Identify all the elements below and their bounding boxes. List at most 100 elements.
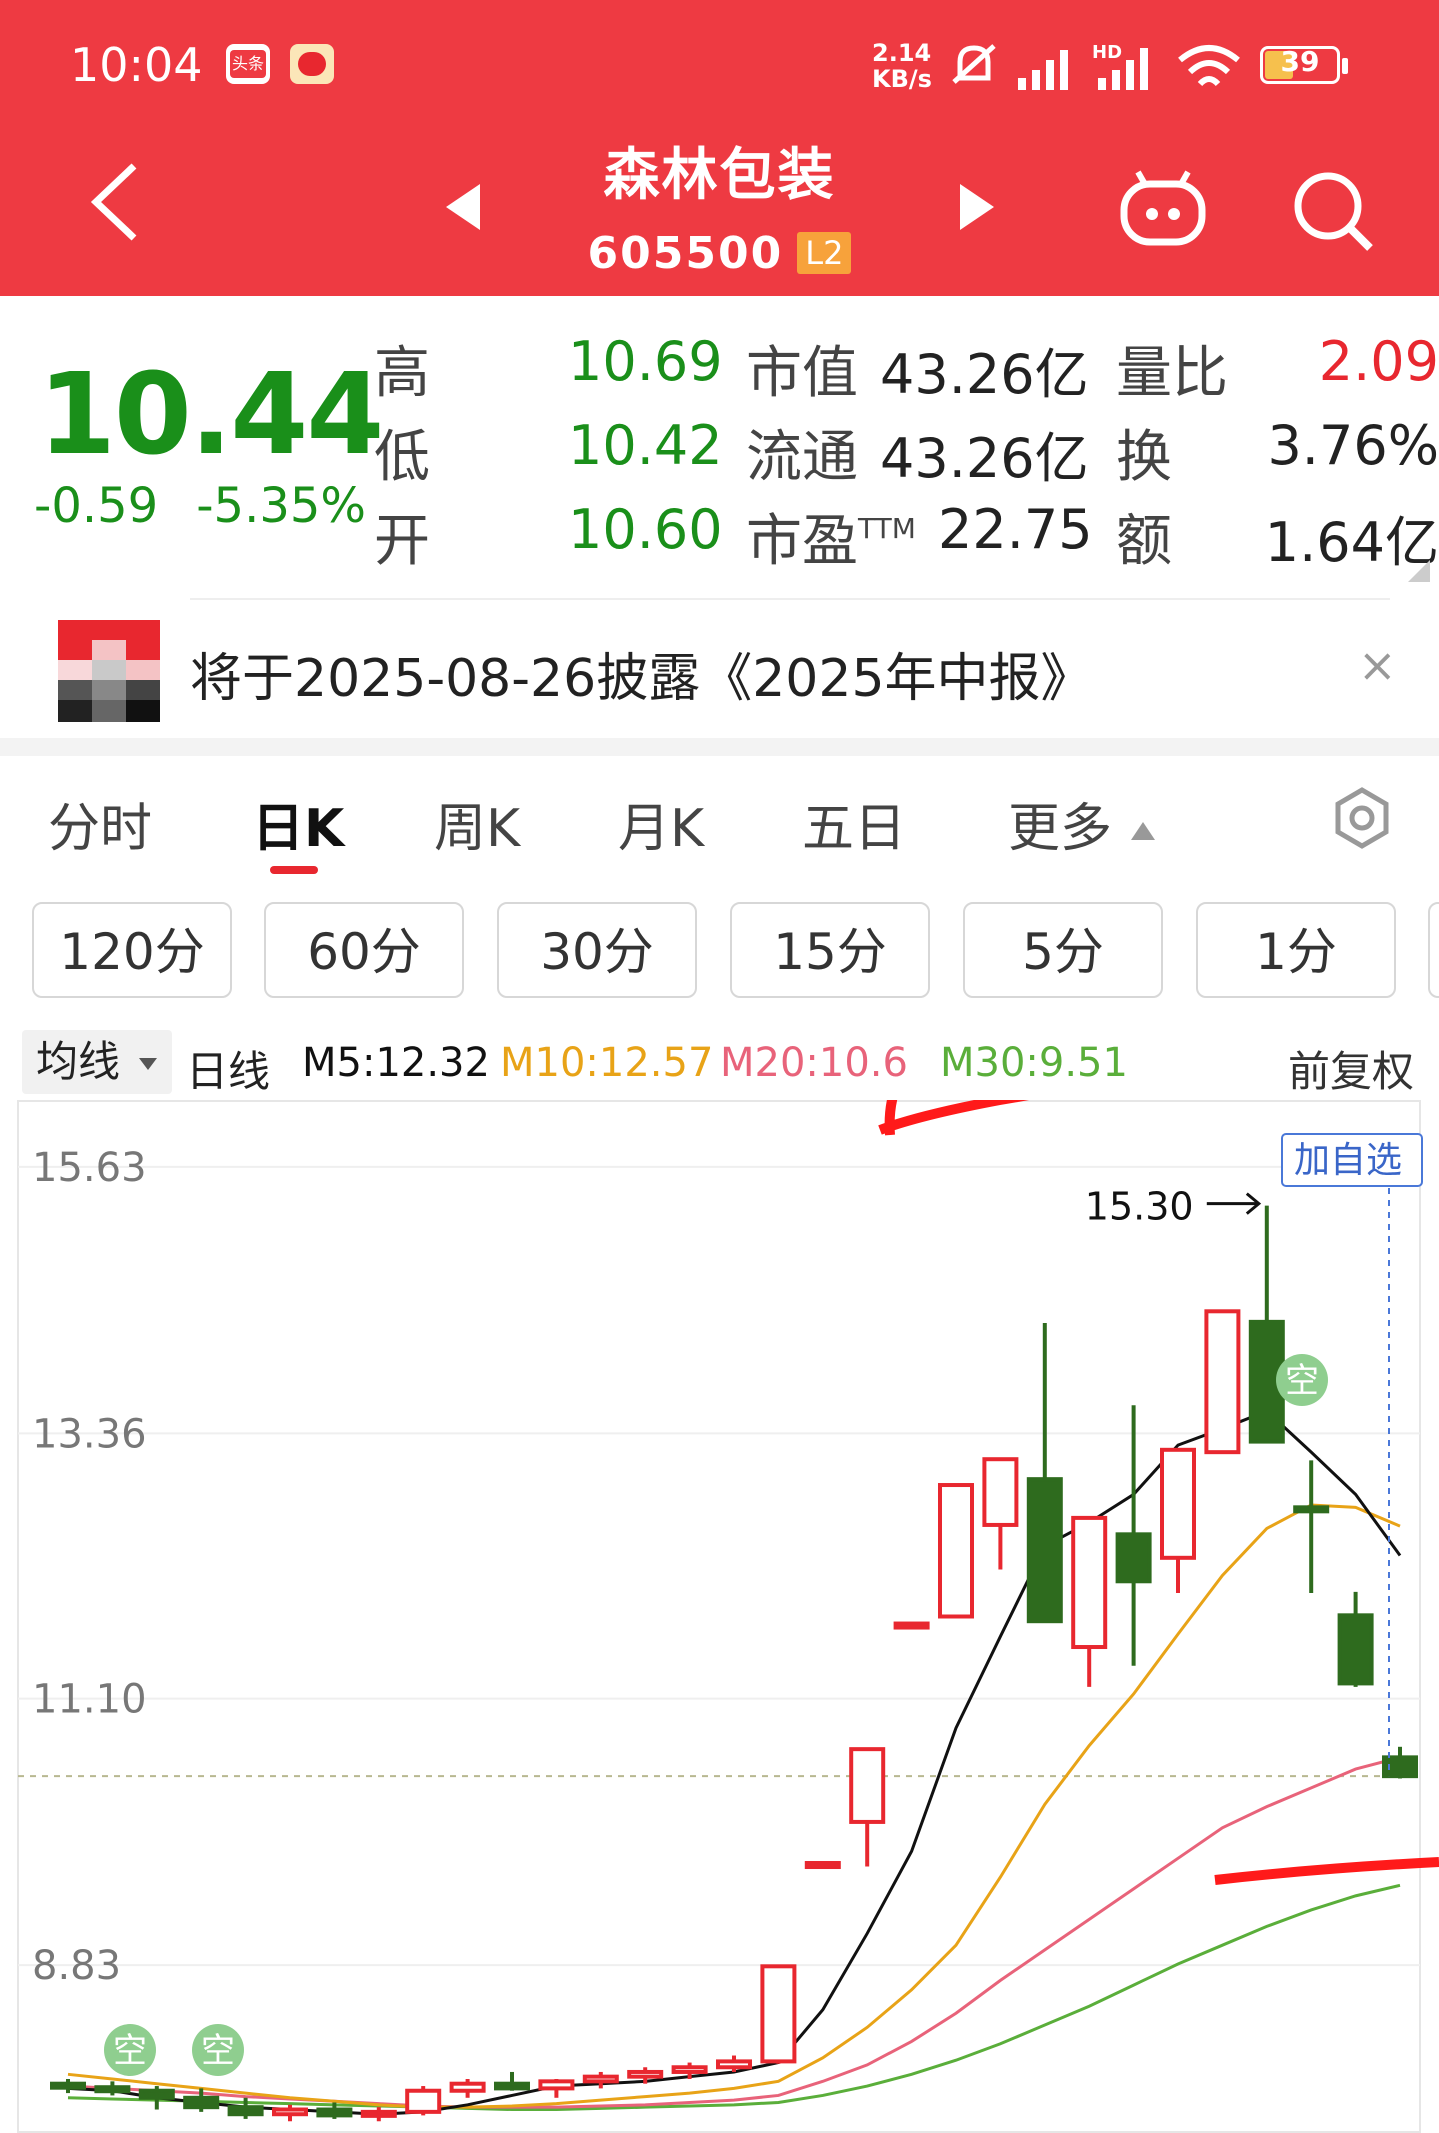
period-more-button[interactable] (1428, 902, 1439, 998)
chart-settings-icon[interactable] (1330, 786, 1394, 850)
annotation-line (1214, 1857, 1439, 1885)
candle-body[interactable] (449, 2081, 486, 2093)
candle-body[interactable] (893, 1621, 930, 1630)
tab-five-day[interactable]: 五日 (802, 786, 906, 861)
candle-body[interactable] (138, 2088, 175, 2100)
candle-body[interactable] (494, 2081, 530, 2091)
open-value: 10.60 (568, 498, 723, 561)
tab-more-label: 更多 (1008, 799, 1113, 859)
candle-body[interactable] (272, 2107, 308, 2117)
ma30-value: M30:9.51 (940, 1040, 1128, 1086)
chart-frame (17, 1100, 1421, 2133)
tab-monthly-k[interactable]: 月K (618, 786, 704, 861)
candle-body[interactable] (183, 2095, 220, 2110)
candle-body[interactable] (1115, 1532, 1152, 1584)
candle-body[interactable] (1337, 1613, 1374, 1686)
expand-corner-icon[interactable] (1408, 560, 1430, 582)
wifi-icon (1178, 45, 1240, 87)
pe-ttm-label: TTM (858, 512, 916, 545)
period-5min-button[interactable]: 5分 (963, 902, 1163, 998)
status-time: 10:04 (70, 38, 203, 92)
ma30-line (67, 1883, 1401, 2112)
low-value: 10.42 (568, 414, 723, 477)
tab-intraday[interactable]: 分时 (48, 786, 152, 861)
float-cap-label: 流通 (746, 425, 858, 490)
ma20-line (67, 1755, 1401, 2109)
stock-name: 森林包装 (603, 143, 836, 208)
candle-body[interactable] (804, 1861, 841, 1870)
pe-value: 22.75 (938, 498, 1093, 561)
y-tick-label: 13.36 (32, 1411, 147, 1457)
stock-code: 605500 (587, 228, 784, 279)
volume-ratio-value: 2.09 (1318, 330, 1439, 393)
change-percent: -5.35% (196, 478, 367, 534)
candle-body[interactable] (849, 1747, 886, 1824)
caret-up-icon (1130, 822, 1155, 840)
candle-body[interactable] (316, 2107, 353, 2118)
candle-body[interactable] (50, 2081, 86, 2090)
robot-icon[interactable] (1118, 168, 1208, 248)
candle-body[interactable] (760, 1964, 797, 2064)
period-15min-button[interactable]: 15分 (730, 902, 930, 998)
period-120min-button[interactable]: 120分 (32, 902, 232, 998)
indicator-select[interactable]: 均线 (22, 1030, 172, 1094)
add-watchlist-label[interactable]: 加自选 (1294, 1140, 1402, 1181)
candle-body[interactable] (1071, 1515, 1108, 1650)
red-app-icon (290, 44, 334, 84)
ma5-value: M5:12.32 (302, 1040, 490, 1086)
high-value: 10.69 (568, 330, 723, 393)
mute-icon (952, 44, 996, 84)
candle-body[interactable] (1204, 1309, 1241, 1455)
tab-weekly-k[interactable]: 周K (434, 786, 520, 861)
price-adjust-button[interactable]: 前复权 (1288, 1038, 1414, 1099)
candle-body[interactable] (627, 2069, 664, 2079)
y-tick-label: 8.83 (32, 1943, 121, 1989)
announcement-icon (58, 620, 160, 722)
candle-body[interactable] (982, 1457, 1019, 1527)
candle-body[interactable] (538, 2079, 575, 2091)
turnover-value: 3.76% (1267, 414, 1439, 477)
candle-body[interactable] (227, 2105, 264, 2117)
ma5-line (67, 1409, 1402, 2116)
candle-body[interactable] (405, 2088, 442, 2114)
high-price-label: 15.30 (1085, 1185, 1194, 1229)
tab-daily-k[interactable]: 日K (252, 786, 344, 861)
period-30min-button[interactable]: 30分 (497, 902, 697, 998)
next-stock-icon[interactable] (958, 184, 994, 230)
search-icon[interactable] (1290, 168, 1374, 252)
tab-more[interactable]: 更多 (1008, 786, 1157, 861)
net-speed: 2.14 KB/s (872, 39, 932, 93)
close-announcement-button[interactable]: × (1358, 638, 1397, 692)
chevron-down-icon (139, 1058, 158, 1070)
kline-chart[interactable]: 15.6313.3611.108.8315.30加自选空 空空 (0, 1100, 1439, 2133)
candle-body[interactable] (582, 2074, 619, 2084)
candle-body[interactable] (938, 1483, 974, 1619)
candle-body[interactable] (94, 2085, 131, 2094)
price-change: -0.59 -5.35% (34, 478, 366, 534)
turnover-label: 换 (1116, 425, 1172, 490)
period-60min-button[interactable]: 60分 (264, 902, 464, 998)
candle-body[interactable] (1293, 1505, 1330, 1514)
short-signal-label: 空 (201, 2031, 235, 2071)
current-price: 10.44 (38, 350, 384, 480)
active-tab-indicator (270, 866, 318, 874)
candle-body[interactable] (671, 2065, 708, 2074)
ma10-line (67, 1503, 1401, 2109)
amount-label: 额 (1116, 509, 1172, 574)
app-header: 10:04 头条 2.14 KB/s HD 39 森林包装 605500 L2 (0, 0, 1439, 296)
candle-body[interactable] (1026, 1477, 1063, 1624)
toutiao-app-icon: 头条 (226, 44, 270, 84)
battery-level: 39 (1280, 45, 1320, 78)
short-signal-label: 空 (113, 2031, 147, 2071)
float-cap-value: 43.26亿 (880, 427, 1089, 490)
open-label: 开 (374, 509, 430, 574)
indicator-select-label: 均线 (36, 1037, 121, 1086)
hd-signal-icon: HD (1092, 42, 1148, 90)
period-1min-button[interactable]: 1分 (1196, 902, 1396, 998)
candle-body[interactable] (1160, 1447, 1196, 1560)
y-tick-label: 15.63 (32, 1145, 147, 1191)
short-signal-label: 空 (1285, 1361, 1319, 1401)
candle-body[interactable] (716, 2059, 752, 2070)
announcement-bar[interactable]: 将于2025-08-26披露《2025年中报》 × (0, 600, 1439, 738)
candle-body[interactable] (360, 2109, 397, 2118)
